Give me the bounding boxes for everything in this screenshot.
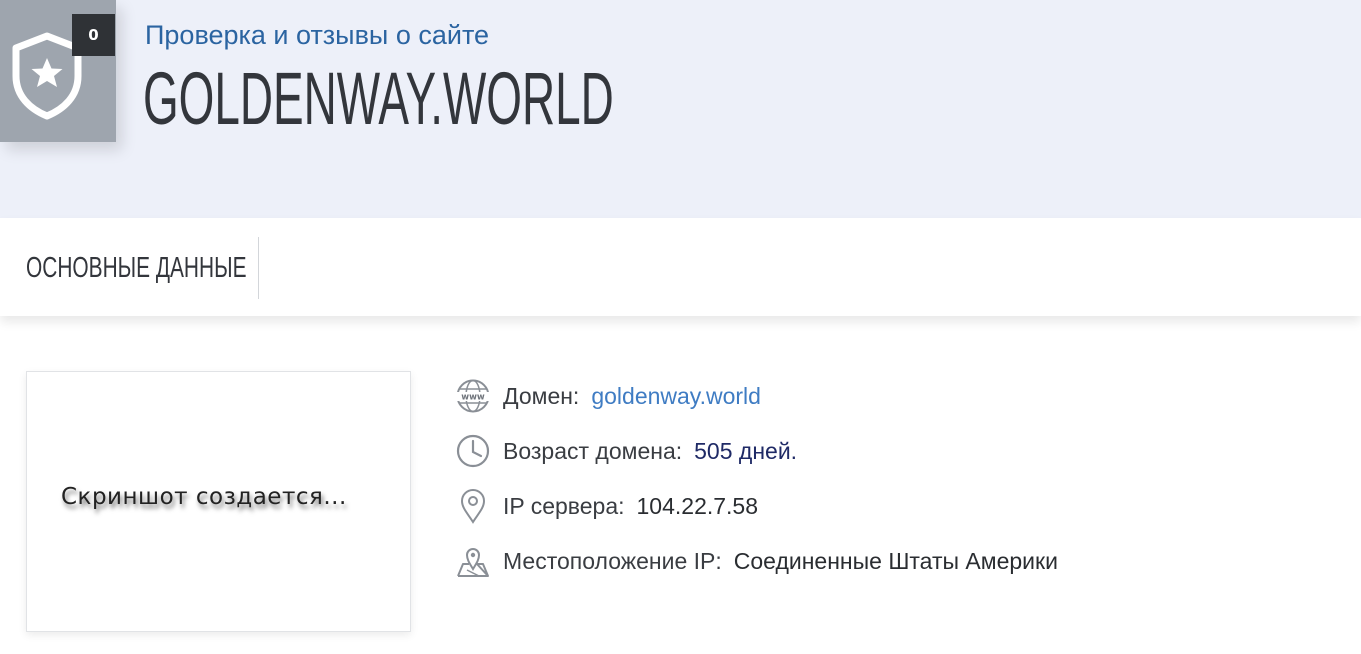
site-screenshot: Скриншот создается... — [26, 371, 411, 632]
screenshot-placeholder-text: Скриншот создается... — [61, 484, 347, 510]
domain-age-label: Возраст домена: — [503, 437, 683, 464]
info-row-age: Возраст домена: 505 дней. — [455, 431, 797, 471]
ip-location-value: Соединенные Штаты Америки — [733, 547, 1058, 574]
clock-icon — [455, 433, 491, 469]
map-pin-icon — [455, 488, 491, 524]
tab-main-data[interactable]: ОСНОВНЫЕ ДАННЫЕ — [26, 252, 247, 285]
page-title: GOLDENWAY.WORLD — [143, 57, 614, 140]
svg-text:www: www — [461, 393, 485, 403]
info-row-domain: www Домен: goldenway.world — [455, 376, 761, 416]
server-ip-value: 104.22.7.58 — [636, 492, 759, 519]
page-subtitle: Проверка и отзывы о сайте — [145, 20, 490, 50]
server-ip-label: IP сервера: — [503, 492, 625, 519]
ip-location-label: Местоположение IP: — [503, 547, 722, 574]
domain-age-value: 505 дней. — [694, 437, 798, 464]
review-count: 0 — [72, 14, 115, 56]
www-globe-icon: www — [455, 378, 491, 414]
map-location-icon — [455, 543, 491, 579]
domain-label: Домен: — [503, 382, 580, 409]
info-row-location: Местоположение IP: Соединенные Штаты Аме… — [455, 541, 1058, 581]
tab-divider — [258, 237, 259, 299]
domain-link[interactable]: goldenway.world — [591, 383, 761, 410]
rating-badge: 0 — [0, 0, 116, 142]
info-row-ip: IP сервера: 104.22.7.58 — [455, 486, 758, 526]
site-header: 0 Проверка и отзывы о сайте GOLDENWAY.WO… — [0, 0, 1361, 218]
tab-bar: ОСНОВНЫЕ ДАННЫЕ — [0, 218, 1361, 316]
